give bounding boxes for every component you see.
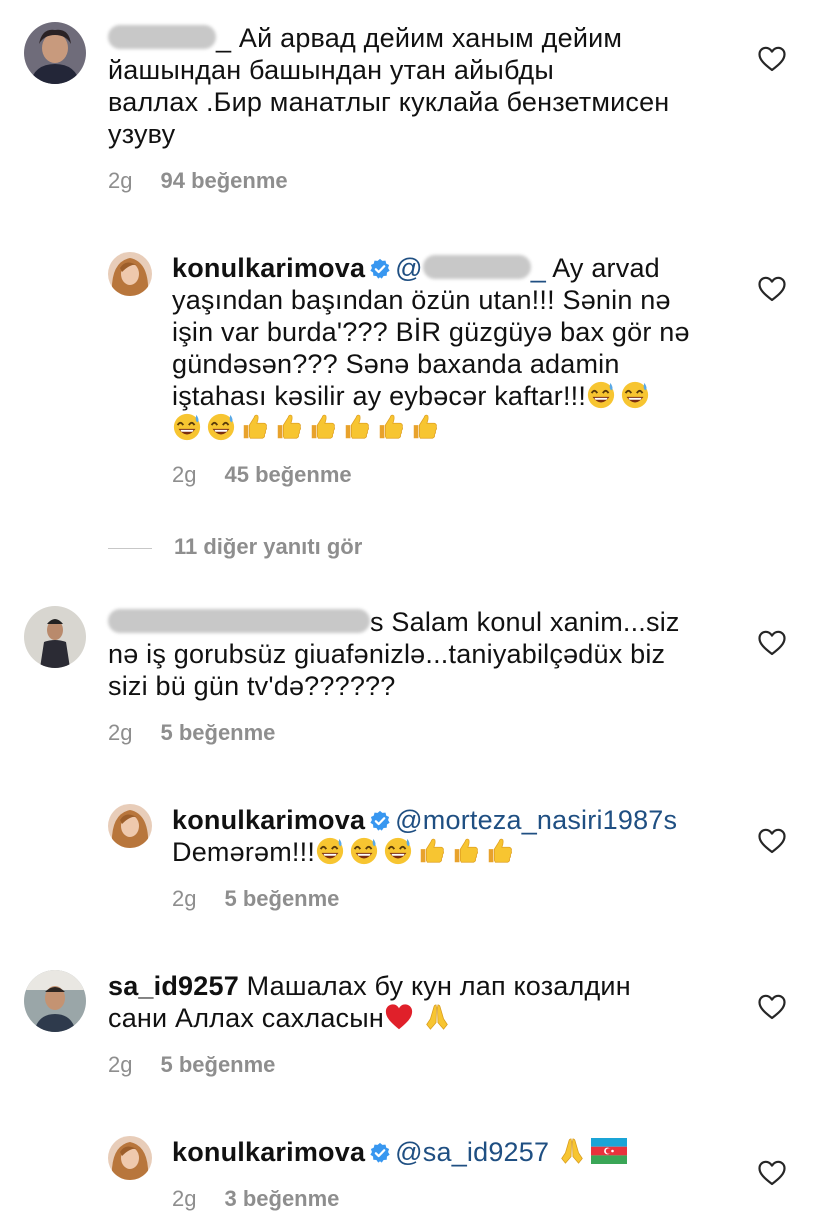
grinning-sweat-emoji — [586, 380, 616, 410]
reply-time: 2g — [172, 462, 197, 487]
comment-line: йашындан башындан утан айыбды — [108, 55, 554, 85]
thumbs-up-emoji — [376, 412, 406, 442]
heart-outline-icon[interactable] — [758, 828, 786, 854]
comment-line: _ Ай арвад дейим ханым дейим — [216, 23, 623, 53]
comment-time: 2g — [108, 168, 133, 193]
view-more-label[interactable]: 11 diğer yanıtı gör — [174, 534, 362, 559]
reply-line: iştahası kəsilir ay eybəcər kaftar!!! — [172, 381, 587, 411]
grinning-sweat-emoji — [172, 412, 202, 442]
comment-meta: 2g 5 beğenme — [108, 720, 275, 746]
comment-line: Машалах бу кун лап козалдин — [238, 971, 631, 1001]
thumbs-up-emoji — [240, 412, 270, 442]
mention-link[interactable]: @morteza_nasiri1987s — [395, 805, 677, 835]
avatar[interactable] — [24, 22, 86, 84]
like-count[interactable]: 45 beğenme — [224, 462, 351, 487]
reply-line: gündəsən??? Sənə baxanda adamin — [172, 349, 620, 379]
grinning-sweat-emoji — [620, 380, 650, 410]
comment-line: s Salam konul xanim...siz — [370, 607, 680, 637]
comment-text: _ Ай арвад дейим ханым дейим йашындан ба… — [108, 22, 758, 150]
comment-line: nə iş gorubsüz giuafənizlə...taniyabilçə… — [108, 639, 666, 669]
comment-line: sizi bü gün tv'də?????? — [108, 671, 396, 701]
reply-time: 2g — [172, 1186, 197, 1211]
like-count[interactable]: 5 beğenme — [160, 720, 275, 745]
comment-meta: 2g 94 beğenme — [108, 168, 288, 194]
reply-meta: 2g 5 beğenme — [172, 886, 339, 912]
like-count[interactable]: 5 beğenme — [160, 1052, 275, 1077]
comment-line: сани Аллах сахласын — [108, 1003, 384, 1033]
reply-meta: 2g 45 beğenme — [172, 462, 352, 488]
avatar[interactable] — [108, 1136, 152, 1180]
redacted-username[interactable] — [108, 609, 370, 633]
like-count[interactable]: 5 beğenme — [224, 886, 339, 911]
folded-hands-emoji — [557, 1136, 587, 1166]
mention-link[interactable]: @sa_id9257 — [395, 1137, 549, 1167]
comment-time: 2g — [108, 1052, 133, 1077]
username[interactable]: konulkarimova — [172, 1137, 365, 1167]
thumbs-up-emoji — [342, 412, 372, 442]
reply-text: konulkarimova @morteza_nasiri1987s Demərə… — [172, 804, 732, 868]
verified-badge-icon — [369, 258, 391, 280]
heart-outline-icon[interactable] — [758, 1160, 786, 1186]
heart-outline-icon[interactable] — [758, 630, 786, 656]
username[interactable]: konulkarimova — [172, 253, 365, 283]
grinning-sweat-emoji — [315, 836, 345, 866]
redacted-username[interactable] — [108, 25, 216, 49]
comment-text: s Salam konul xanim...siz nə iş gorubsüz… — [108, 606, 758, 702]
like-count[interactable]: 3 beğenme — [224, 1186, 339, 1211]
avatar[interactable] — [24, 970, 86, 1032]
grinning-sweat-emoji — [383, 836, 413, 866]
thumbs-up-emoji — [451, 836, 481, 866]
reply-time: 2g — [172, 886, 197, 911]
thumbs-up-emoji — [485, 836, 515, 866]
reply-line: Demərəm!!! — [172, 837, 316, 867]
azerbaijan-flag-emoji — [591, 1138, 627, 1164]
thumbs-up-emoji — [410, 412, 440, 442]
red-heart-emoji — [384, 1002, 414, 1032]
heart-outline-icon[interactable] — [758, 994, 786, 1020]
comment-text: sa_id9257 Машалах бу кун лап козалдин са… — [108, 970, 758, 1034]
comment-meta: 2g 5 beğenme — [108, 1052, 275, 1078]
grinning-sweat-emoji — [349, 836, 379, 866]
avatar[interactable] — [24, 606, 86, 668]
divider-line — [108, 547, 152, 549]
mention-link[interactable]: @ _ — [395, 253, 546, 283]
verified-badge-icon — [369, 810, 391, 832]
comment-line: валлах .Бир манатлыг куклайа бензетмисен — [108, 87, 670, 117]
reply-text: konulkarimova @sa_id9257 — [172, 1136, 732, 1168]
heart-outline-icon[interactable] — [758, 276, 786, 302]
folded-hands-emoji — [422, 1002, 452, 1032]
comment-line: узуву — [108, 119, 176, 149]
view-more-replies[interactable]: 11 diğer yanıtı gör — [108, 534, 362, 560]
reply-line: Ay arvad — [546, 253, 660, 283]
heart-outline-icon[interactable] — [758, 46, 786, 72]
reply-text: konulkarimova @ _ Ay arvad yaşından başınd… — [172, 252, 732, 444]
like-count[interactable]: 94 beğenme — [160, 168, 287, 193]
reply-line: yaşından başından özün utan!!! Sənin nə — [172, 285, 671, 315]
reply-meta: 2g 3 beğenme — [172, 1186, 339, 1212]
avatar[interactable] — [108, 252, 152, 296]
redacted-mention — [422, 255, 531, 279]
thumbs-up-emoji — [417, 836, 447, 866]
comment-time: 2g — [108, 720, 133, 745]
grinning-sweat-emoji — [206, 412, 236, 442]
username[interactable]: konulkarimova — [172, 805, 365, 835]
thumbs-up-emoji — [308, 412, 338, 442]
thumbs-up-emoji — [274, 412, 304, 442]
avatar[interactable] — [108, 804, 152, 848]
username[interactable]: sa_id9257 — [108, 971, 239, 1001]
reply-line: işin var burda'??? BİR güzgüyə bax gör n… — [172, 317, 690, 347]
verified-badge-icon — [369, 1142, 391, 1164]
